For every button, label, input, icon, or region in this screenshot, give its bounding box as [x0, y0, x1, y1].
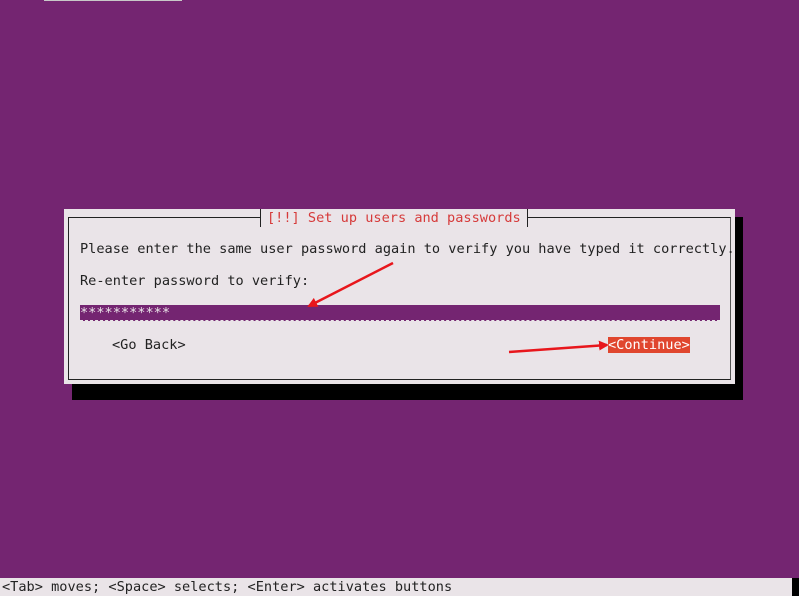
dialog-message: Please enter the same user password agai…: [80, 241, 735, 257]
top-edge-line: [44, 0, 182, 1]
password-verify-input[interactable]: ***********: [80, 305, 720, 321]
password-field-label: Re-enter password to verify:: [80, 273, 310, 289]
terminal-cursor: [792, 578, 799, 596]
status-bar: <Tab> moves; <Space> selects; <Enter> ac…: [0, 578, 799, 596]
go-back-button[interactable]: <Go Back>: [112, 337, 186, 353]
password-dialog: [!!] Set up users and passwords Please e…: [64, 209, 735, 384]
continue-button[interactable]: <Continue>: [608, 337, 690, 353]
dialog-title: [!!] Set up users and passwords: [260, 209, 528, 227]
status-bar-text: <Tab> moves; <Space> selects; <Enter> ac…: [2, 579, 453, 595]
